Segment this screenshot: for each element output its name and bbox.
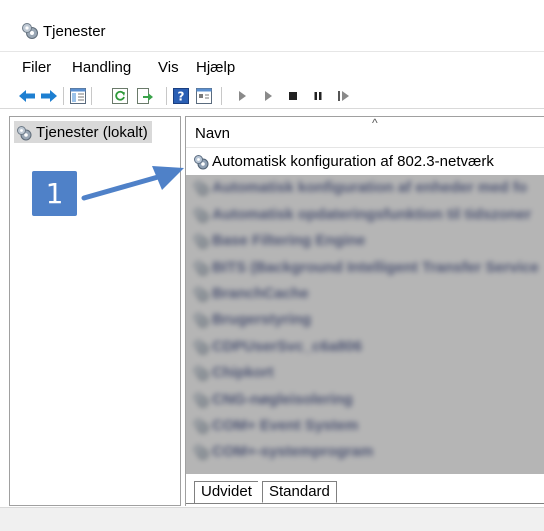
menu-bar: Filer Handling Vis Hjælp [0, 53, 544, 81]
sort-ascending-icon: ^ [372, 116, 378, 130]
show-hide-tree-icon[interactable] [69, 87, 87, 105]
menu-handling[interactable]: Handling [71, 59, 132, 76]
export-list-icon[interactable] [136, 87, 154, 105]
toolbar-separator [166, 87, 167, 105]
menu-filer[interactable]: Filer [21, 59, 52, 76]
back-arrow-icon[interactable] [18, 87, 36, 105]
stop-service-icon[interactable] [284, 87, 302, 105]
services-gear-icon [17, 125, 32, 140]
service-row[interactable]: Automatisk konfiguration af 802.3-netvær… [186, 149, 544, 175]
column-header-name[interactable]: Navn ^ [186, 117, 544, 148]
annotation-number-badge: 1 [32, 171, 77, 216]
menu-hjaelp[interactable]: Hjælp [195, 59, 236, 76]
svg-text:?: ? [178, 90, 185, 104]
tree-item-services-local[interactable]: Tjenester (lokalt) [14, 121, 152, 143]
column-header-label: Navn [195, 125, 231, 142]
service-gear-icon [194, 155, 209, 170]
forward-arrow-icon[interactable] [40, 87, 58, 105]
redaction-blur-overlay [186, 175, 544, 474]
view-tabs: Udvidet Standard [185, 474, 544, 506]
services-list-pane: Navn ^ Automatisk konfiguration af 802.3… [185, 116, 544, 474]
pause-service-icon[interactable] [309, 87, 327, 105]
refresh-icon[interactable] [111, 87, 129, 105]
toolbar: ? [0, 82, 544, 109]
title-bar: Tjenester [0, 0, 544, 52]
start-service-alt-icon[interactable] [259, 87, 277, 105]
toolbar-separator [91, 87, 92, 105]
menu-vis[interactable]: Vis [157, 59, 180, 76]
toolbar-separator [221, 87, 222, 105]
start-service-icon[interactable] [233, 87, 251, 105]
toolbar-separator [63, 87, 64, 105]
annotation-arrow-icon [81, 166, 184, 201]
tab-standard[interactable]: Standard [262, 481, 337, 503]
properties-icon[interactable] [195, 87, 213, 105]
tree-item-label: Tjenester (lokalt) [36, 124, 148, 141]
tab-baseline [186, 503, 544, 504]
tab-udvidet[interactable]: Udvidet [194, 481, 258, 503]
services-gear-icon [22, 23, 38, 39]
restart-service-icon[interactable] [335, 87, 353, 105]
status-bar [0, 507, 544, 531]
window-title: Tjenester [43, 23, 106, 40]
service-name: Automatisk konfiguration af 802.3-netvær… [212, 153, 494, 170]
help-icon[interactable]: ? [172, 87, 190, 105]
